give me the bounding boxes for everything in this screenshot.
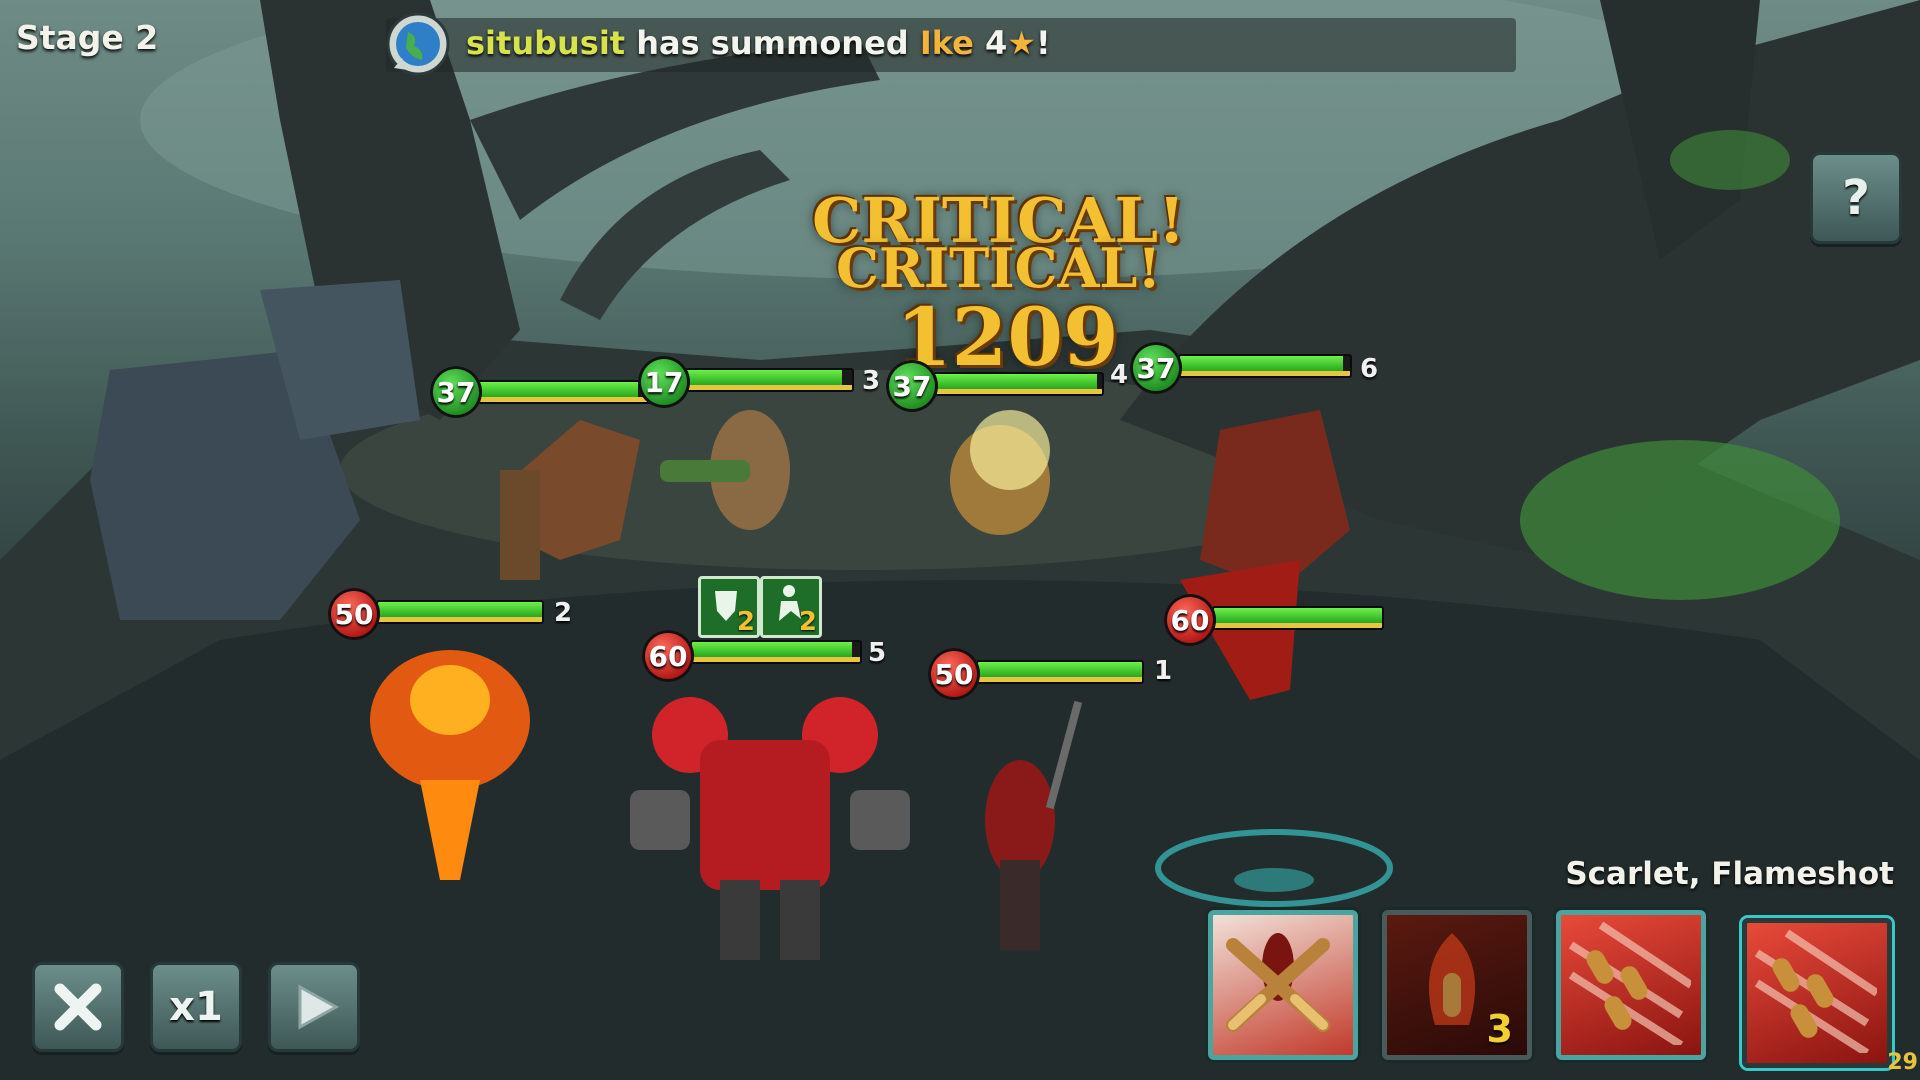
health-fill — [930, 374, 1097, 389]
turn-order: 3 — [862, 366, 881, 396]
health-bar — [1212, 606, 1384, 630]
attack-buff-icon: 2 — [760, 576, 822, 638]
health-bar — [928, 372, 1104, 396]
close-icon — [54, 983, 102, 1031]
level-badge: 60 — [642, 630, 694, 682]
help-button[interactable]: ? — [1810, 152, 1902, 244]
auto-play-button[interactable] — [268, 962, 360, 1052]
health-bar — [976, 660, 1144, 684]
level-badge: 50 — [928, 648, 980, 700]
summon-end: ! — [1035, 24, 1051, 62]
turn-order: 2 — [554, 598, 573, 628]
health-bar — [690, 640, 862, 664]
health-bar — [1178, 354, 1352, 378]
health-fill — [680, 370, 842, 385]
werewolf-sprite — [500, 420, 640, 580]
skill-flame-bullet[interactable]: 3 — [1382, 910, 1532, 1060]
health-bar — [376, 600, 544, 624]
play-icon — [298, 984, 340, 1030]
skill-bullet-barrage[interactable] — [1556, 910, 1706, 1060]
skill-bullet-barrage-selected[interactable] — [1742, 918, 1892, 1068]
level-badge: 37 — [430, 366, 482, 418]
active-skill-label: Scarlet, Flameshot — [1565, 856, 1894, 892]
corner-counter: 29 — [1887, 1050, 1918, 1075]
health-fill — [1180, 356, 1344, 371]
skill-cooldown: 3 — [1486, 1007, 1513, 1051]
summon-stars: 4 — [985, 24, 1008, 62]
bullet-barrage-icon — [1754, 929, 1880, 1057]
level-badge: 17 — [638, 356, 690, 408]
health-fill — [378, 602, 542, 617]
turn-order: 5 — [868, 638, 887, 668]
fox-ranger-sprite — [950, 410, 1050, 535]
status-turns: 2 — [798, 607, 817, 637]
star-icon: ★ — [1007, 24, 1036, 62]
help-book-icon: ? — [1842, 170, 1870, 226]
raccoon-sprite — [660, 410, 790, 530]
shield-buff-icon: 2 — [698, 576, 760, 638]
turn-order: 4 — [1110, 360, 1129, 390]
speed-label: x1 — [169, 984, 223, 1030]
health-fill — [978, 662, 1142, 677]
turn-order: 6 — [1360, 354, 1379, 384]
stage-label: Stage 2 — [16, 18, 159, 57]
turn-order: 1 — [1154, 656, 1173, 686]
health-bar — [474, 380, 654, 404]
health-bar — [678, 368, 854, 392]
summon-message: situbusit has summoned Ike 4★! — [466, 24, 1051, 62]
fire-demon-sprite — [370, 650, 530, 880]
scarlet-sprite — [985, 700, 1083, 950]
health-fill — [692, 642, 852, 657]
crossed-bullets-icon — [1226, 933, 1330, 1032]
globe-chat-icon — [386, 12, 450, 76]
bullet-barrage-icon — [1568, 921, 1694, 1049]
health-fill — [1214, 608, 1382, 623]
level-badge: 37 — [1130, 342, 1182, 394]
health-fill — [476, 382, 638, 397]
summon-player-name: situbusit — [466, 24, 626, 62]
battle-scene: Stage 2 situbusit has summoned Ike 4★! ?… — [0, 0, 1920, 1080]
level-badge: 37 — [886, 360, 938, 412]
status-turns: 2 — [736, 607, 755, 637]
summon-text: has summoned — [636, 24, 909, 62]
knight-sprite — [1180, 410, 1350, 700]
exit-battle-button[interactable] — [32, 962, 124, 1052]
summon-hero-name: Ike — [919, 24, 974, 62]
speed-toggle-button[interactable]: x1 — [150, 962, 242, 1052]
skill-crossed-bullets[interactable] — [1208, 910, 1358, 1060]
red-mech-sprite — [630, 697, 910, 960]
level-badge: 60 — [1164, 594, 1216, 646]
level-badge: 50 — [328, 588, 380, 640]
